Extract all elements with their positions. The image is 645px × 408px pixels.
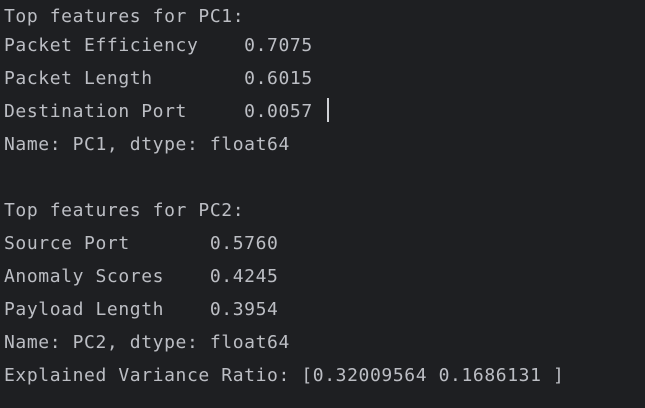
text-cursor xyxy=(327,98,329,122)
console-line-10: Payload Length 0.3954 xyxy=(4,299,279,320)
console-line-12: Explained Variance Ratio: [0.32009564 0.… xyxy=(4,365,565,386)
console-line-2: Packet Efficiency 0.7075 xyxy=(4,35,313,56)
console-line-3: Packet Length 0.6015 xyxy=(4,68,313,89)
console-line-5: Name: PC1, dtype: float64 xyxy=(4,134,290,155)
console-line-11: Name: PC2, dtype: float64 xyxy=(4,332,290,353)
console-line-7: Top features for PC2: xyxy=(4,200,245,221)
console-line-4: Destination Port 0.0057 xyxy=(4,101,313,122)
console-line-9: Anomaly Scores 0.4245 xyxy=(4,266,279,287)
console-line-8: Source Port 0.5760 xyxy=(4,233,279,254)
console-output[interactable]: Top features for PC1: Packet Efficiency … xyxy=(0,0,645,408)
